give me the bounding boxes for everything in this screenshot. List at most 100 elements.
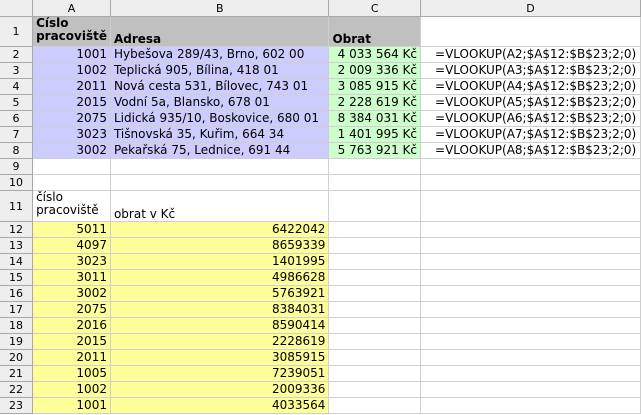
- empty-cell[interactable]: [328, 253, 422, 270]
- empty-cell[interactable]: [328, 365, 422, 382]
- empty-cell[interactable]: [110, 174, 330, 191]
- lookup-value-cell[interactable]: 2228619: [110, 333, 330, 350]
- lookup-value-cell[interactable]: 8384031: [110, 301, 330, 318]
- record-formula-cell[interactable]: =VLOOKUP(A2;$A$12:$B$23;2;0): [420, 46, 641, 63]
- empty-cell[interactable]: [420, 333, 641, 350]
- record-address-cell[interactable]: Teplická 905, Bílina, 418 01: [110, 62, 330, 79]
- row-header[interactable]: 5: [0, 94, 34, 111]
- record-turnover-cell[interactable]: 3 085 915 Kč: [328, 78, 422, 95]
- lookup-id-cell[interactable]: 2015: [32, 333, 111, 350]
- record-formula-cell[interactable]: =VLOOKUP(A6;$A$12:$B$23;2;0): [420, 110, 641, 127]
- empty-cell[interactable]: [328, 349, 422, 366]
- record-turnover-cell[interactable]: 2 228 619 Kč: [328, 94, 422, 111]
- empty-cell[interactable]: [328, 317, 422, 334]
- record-turnover-cell[interactable]: 1 401 995 Kč: [328, 126, 422, 143]
- record-turnover-cell[interactable]: 5 763 921 Kč: [328, 142, 422, 159]
- lookup-value-cell[interactable]: 5763921: [110, 285, 330, 302]
- row-header[interactable]: 20: [0, 349, 34, 366]
- lookup-value-cell[interactable]: 4033564: [110, 397, 330, 414]
- row-header[interactable]: 3: [0, 62, 34, 79]
- record-turnover-cell[interactable]: 2 009 336 Kč: [328, 62, 422, 79]
- lookup-id-cell[interactable]: 3002: [32, 285, 111, 302]
- lookup-value-cell[interactable]: 1401995: [110, 253, 330, 270]
- lookup-value-cell[interactable]: 2009336: [110, 381, 330, 398]
- lookup-value-header[interactable]: obrat v Kč: [110, 190, 330, 222]
- empty-cell[interactable]: [420, 221, 641, 238]
- empty-cell[interactable]: [420, 285, 641, 302]
- record-address-cell[interactable]: Tišnovská 35, Kuřim, 664 34: [110, 126, 330, 143]
- lookup-id-cell[interactable]: 2016: [32, 317, 111, 334]
- record-address-cell[interactable]: Vodní 5a, Blansko, 678 01: [110, 94, 330, 111]
- empty-cell[interactable]: [420, 269, 641, 286]
- empty-cell[interactable]: [328, 221, 422, 238]
- record-formula-cell[interactable]: =VLOOKUP(A8;$A$12:$B$23;2;0): [420, 142, 641, 159]
- record-id-cell[interactable]: 2015: [32, 94, 111, 111]
- record-turnover-cell[interactable]: 4 033 564 Kč: [328, 46, 422, 63]
- record-formula-cell[interactable]: =VLOOKUP(A4;$A$12:$B$23;2;0): [420, 78, 641, 95]
- lookup-value-cell[interactable]: 8659339: [110, 237, 330, 254]
- column-header-c[interactable]: C: [328, 0, 422, 17]
- row-header[interactable]: 22: [0, 381, 34, 398]
- row-header[interactable]: 12: [0, 221, 34, 238]
- row-header[interactable]: 9: [0, 158, 34, 175]
- record-address-cell[interactable]: Nová cesta 531, Bílovec, 743 01: [110, 78, 330, 95]
- lookup-value-cell[interactable]: 3085915: [110, 349, 330, 366]
- lookup-id-cell[interactable]: 1001: [32, 397, 111, 414]
- row-header[interactable]: 10: [0, 174, 34, 191]
- record-id-cell[interactable]: 3023: [32, 126, 111, 143]
- empty-cell[interactable]: [328, 174, 422, 191]
- row-header[interactable]: 13: [0, 237, 34, 254]
- lookup-id-cell[interactable]: 2011: [32, 349, 111, 366]
- empty-cell[interactable]: [328, 301, 422, 318]
- empty-cell[interactable]: [420, 174, 641, 191]
- empty-cell[interactable]: [32, 174, 111, 191]
- row-header[interactable]: 21: [0, 365, 34, 382]
- row-header[interactable]: 11: [0, 190, 34, 222]
- row-header[interactable]: 8: [0, 142, 34, 159]
- row-header[interactable]: 1: [0, 16, 34, 47]
- row-header[interactable]: 17: [0, 301, 34, 318]
- record-address-cell[interactable]: Hybešova 289/43, Brno, 602 00: [110, 46, 330, 63]
- empty-cell[interactable]: [328, 237, 422, 254]
- record-address-cell[interactable]: Lidická 935/10, Boskovice, 680 01: [110, 110, 330, 127]
- record-turnover-cell[interactable]: 8 384 031 Kč: [328, 110, 422, 127]
- empty-cell[interactable]: [420, 253, 641, 270]
- empty-cell[interactable]: [328, 333, 422, 350]
- row-header[interactable]: 18: [0, 317, 34, 334]
- record-id-cell[interactable]: 1002: [32, 62, 111, 79]
- column-header-a[interactable]: A: [32, 0, 111, 17]
- empty-cell[interactable]: [328, 269, 422, 286]
- lookup-id-header[interactable]: číslo pracoviště: [32, 190, 111, 222]
- cell-d1[interactable]: [420, 16, 641, 47]
- record-address-cell[interactable]: Pekařská 75, Lednice, 691 44: [110, 142, 330, 159]
- empty-cell[interactable]: [420, 381, 641, 398]
- lookup-id-cell[interactable]: 1002: [32, 381, 111, 398]
- empty-cell[interactable]: [420, 365, 641, 382]
- lookup-value-cell[interactable]: 8590414: [110, 317, 330, 334]
- row-header[interactable]: 7: [0, 126, 34, 143]
- record-formula-cell[interactable]: =VLOOKUP(A5;$A$12:$B$23;2;0): [420, 94, 641, 111]
- empty-cell[interactable]: [328, 285, 422, 302]
- row-header[interactable]: 6: [0, 110, 34, 127]
- empty-cell[interactable]: [328, 381, 422, 398]
- empty-cell[interactable]: [420, 190, 641, 222]
- select-all-corner[interactable]: [0, 0, 34, 17]
- cell-b1[interactable]: Adresa: [110, 16, 330, 47]
- empty-cell[interactable]: [420, 397, 641, 414]
- lookup-id-cell[interactable]: 5011: [32, 221, 111, 238]
- empty-cell[interactable]: [420, 158, 641, 175]
- record-formula-cell[interactable]: =VLOOKUP(A7;$A$12:$B$23;2;0): [420, 126, 641, 143]
- empty-cell[interactable]: [328, 190, 422, 222]
- record-formula-cell[interactable]: =VLOOKUP(A3;$A$12:$B$23;2;0): [420, 62, 641, 79]
- lookup-id-cell[interactable]: 1005: [32, 365, 111, 382]
- lookup-id-cell[interactable]: 3023: [32, 253, 111, 270]
- row-header[interactable]: 15: [0, 269, 34, 286]
- lookup-id-cell[interactable]: 2075: [32, 301, 111, 318]
- empty-cell[interactable]: [110, 158, 330, 175]
- empty-cell[interactable]: [32, 158, 111, 175]
- column-header-b[interactable]: B: [110, 0, 330, 17]
- cell-c1[interactable]: Obrat: [328, 16, 422, 47]
- row-header[interactable]: 4: [0, 78, 34, 95]
- empty-cell[interactable]: [420, 301, 641, 318]
- record-id-cell[interactable]: 2011: [32, 78, 111, 95]
